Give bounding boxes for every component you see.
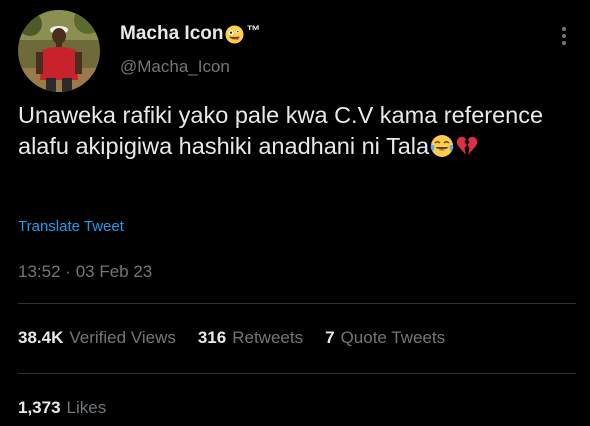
divider	[18, 373, 576, 374]
more-options-button[interactable]	[552, 24, 576, 48]
views-stat[interactable]: 38.4K Verified Views	[18, 328, 176, 348]
engagement-stats: 38.4K Verified Views 316 Retweets 7 Quote T…	[18, 328, 445, 348]
avatar-photo	[18, 10, 100, 92]
tweet-text: Unaweka rafiki yako pale kwa C.V kama re…	[18, 100, 578, 162]
author-name-row[interactable]: Macha Icon ™	[120, 22, 261, 45]
quote-tweets-stat[interactable]: 7 Quote Tweets	[325, 328, 445, 348]
views-label: Verified Views	[69, 328, 176, 347]
tweet-time: 13:52	[18, 262, 61, 281]
quote-tweets-label: Quote Tweets	[340, 328, 446, 347]
likes-label: Likes	[66, 398, 107, 417]
more-dot-icon	[562, 34, 566, 38]
divider	[18, 303, 576, 304]
retweets-label: Retweets	[232, 328, 304, 347]
zany-face-emoji-icon	[225, 24, 245, 44]
tweet-date: 03 Feb 23	[75, 262, 153, 281]
likes-count: 1,373	[18, 398, 61, 417]
likes-stat-row: 1,373 Likes	[18, 398, 106, 418]
retweets-count: 316	[197, 328, 227, 347]
author-handle[interactable]: @Macha_Icon	[120, 57, 230, 77]
tweet-timestamp[interactable]: 13:52 · 03 Feb 23	[18, 262, 152, 282]
more-dot-icon	[562, 41, 566, 45]
quote-tweets-count: 7	[325, 328, 335, 347]
author-display-name[interactable]: Macha Icon	[120, 23, 223, 45]
trademark-symbol: ™	[246, 22, 261, 38]
more-dot-icon	[562, 27, 566, 31]
views-count: 38.4K	[18, 328, 64, 347]
likes-stat[interactable]: 1,373 Likes	[18, 398, 106, 418]
retweets-stat[interactable]: 316 Retweets	[198, 328, 303, 348]
tears-of-joy-emoji-icon	[430, 135, 454, 157]
broken-heart-emoji-icon	[456, 136, 478, 155]
timestamp-separator: ·	[65, 262, 71, 281]
translate-tweet-link[interactable]: Translate Tweet	[18, 218, 124, 235]
avatar[interactable]	[18, 10, 100, 92]
